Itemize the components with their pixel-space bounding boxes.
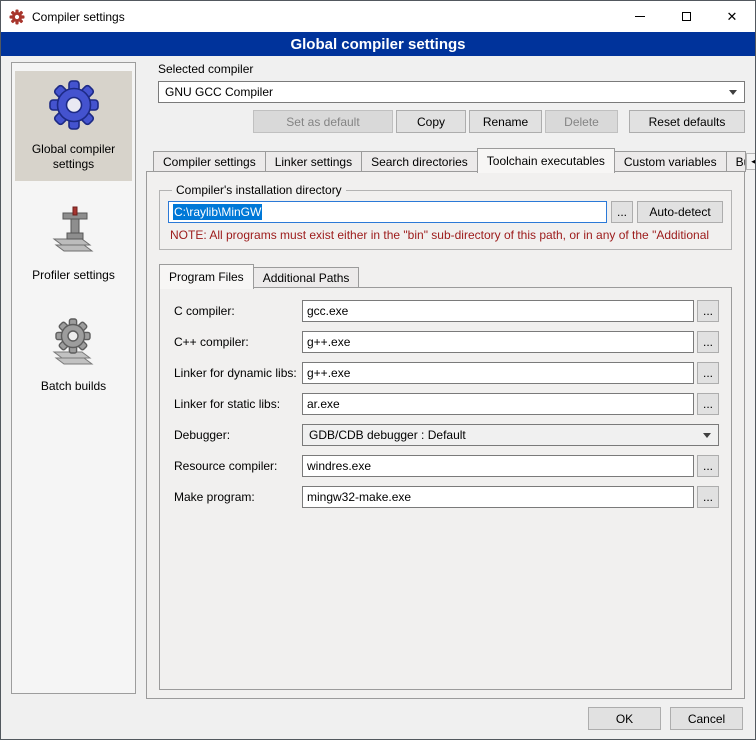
maximize-icon	[682, 12, 691, 21]
resource-compiler-input[interactable]: windres.exe	[302, 455, 694, 477]
make-program-input[interactable]: mingw32-make.exe	[302, 486, 694, 508]
installation-directory-row: C:\raylib\MinGW ... Auto-detect	[168, 201, 723, 223]
installation-directory-input[interactable]: C:\raylib\MinGW	[168, 201, 607, 223]
dynamic-linker-row: Linker for dynamic libs: g++.exe ...	[174, 362, 719, 384]
sidebar-item-label: Global compiler settings	[17, 142, 130, 172]
selected-compiler-value: GNU GCC Compiler	[165, 85, 273, 99]
profiler-tool-icon	[48, 205, 100, 257]
tab-scroll-left-button[interactable]: ◄	[746, 153, 756, 170]
settings-tabstrip: Compiler settings Linker settings Search…	[153, 147, 745, 172]
c-compiler-input[interactable]: gcc.exe	[302, 300, 694, 322]
close-icon: ✕	[727, 10, 738, 23]
program-files-tabstrip: Program Files Additional Paths	[159, 263, 736, 288]
resource-compiler-browse-button[interactable]: ...	[697, 455, 719, 477]
cpp-compiler-browse-button[interactable]: ...	[697, 331, 719, 353]
c-compiler-browse-button[interactable]: ...	[697, 300, 719, 322]
tab-compiler-settings[interactable]: Compiler settings	[153, 151, 266, 172]
tab-scrollers: ◄ ►	[746, 153, 756, 170]
dynamic-linker-input[interactable]: g++.exe	[302, 362, 694, 384]
static-linker-browse-button[interactable]: ...	[697, 393, 719, 415]
ok-button[interactable]: OK	[588, 707, 661, 730]
debugger-value: GDB/CDB debugger : Default	[309, 428, 466, 442]
compiler-actions: Set as default Copy Rename Delete Reset …	[158, 110, 745, 133]
program-files-panel: C compiler: gcc.exe ... C++ compiler: g+…	[159, 287, 732, 690]
static-linker-label: Linker for static libs:	[174, 397, 302, 411]
tab-custom-variables[interactable]: Custom variables	[614, 151, 727, 172]
bin-subdirectory-note: NOTE: All programs must exist either in …	[170, 228, 723, 242]
chevron-down-icon	[703, 433, 711, 438]
tab-linker-settings[interactable]: Linker settings	[265, 151, 362, 172]
close-button[interactable]: ✕	[709, 1, 755, 32]
section-header: Global compiler settings	[1, 32, 755, 56]
compiler-settings-dialog: Compiler settings ✕ Global compiler sett…	[0, 0, 756, 740]
sidebar-item-global-compiler-settings[interactable]: Global compiler settings	[15, 71, 132, 181]
gray-gears-icon	[48, 316, 100, 368]
dynamic-linker-browse-button[interactable]: ...	[697, 362, 719, 384]
sidebar-item-label: Profiler settings	[32, 268, 115, 283]
installation-directory-legend: Compiler's installation directory	[172, 183, 346, 197]
minimize-icon	[635, 16, 645, 17]
make-program-label: Make program:	[174, 490, 302, 504]
chevron-down-icon	[729, 90, 737, 95]
dialog-body: Global compiler settings Profiler settin	[1, 56, 755, 699]
installation-directory-group: Compiler's installation directory C:\ray…	[159, 183, 732, 250]
selected-compiler-label: Selected compiler	[158, 62, 745, 76]
debugger-row: Debugger: GDB/CDB debugger : Default	[174, 424, 719, 446]
copy-button[interactable]: Copy	[396, 110, 466, 133]
settings-sidebar: Global compiler settings Profiler settin	[11, 62, 136, 694]
minimize-button[interactable]	[617, 1, 663, 32]
sidebar-item-label: Batch builds	[41, 379, 106, 394]
arrow-left-icon: ◄	[750, 157, 756, 166]
reset-defaults-button[interactable]: Reset defaults	[629, 110, 745, 133]
installation-directory-selected-text: C:\raylib\MinGW	[173, 204, 262, 220]
static-linker-input[interactable]: ar.exe	[302, 393, 694, 415]
make-program-browse-button[interactable]: ...	[697, 486, 719, 508]
cpp-compiler-label: C++ compiler:	[174, 335, 302, 349]
maximize-button[interactable]	[663, 1, 709, 32]
rename-button[interactable]: Rename	[469, 110, 542, 133]
installation-directory-browse-button[interactable]: ...	[611, 201, 633, 223]
set-as-default-button: Set as default	[253, 110, 393, 133]
window-controls: ✕	[617, 1, 755, 32]
tab-search-directories[interactable]: Search directories	[361, 151, 478, 172]
titlebar: Compiler settings ✕	[1, 1, 755, 32]
subtab-program-files[interactable]: Program Files	[159, 264, 254, 289]
app-icon	[9, 9, 25, 25]
c-compiler-row: C compiler: gcc.exe ...	[174, 300, 719, 322]
debugger-label: Debugger:	[174, 428, 302, 442]
tab-build[interactable]: Build	[726, 151, 746, 172]
cancel-button[interactable]: Cancel	[670, 707, 743, 730]
make-program-row: Make program: mingw32-make.exe ...	[174, 486, 719, 508]
sidebar-item-profiler-settings[interactable]: Profiler settings	[15, 197, 132, 292]
cpp-compiler-input[interactable]: g++.exe	[302, 331, 694, 353]
subtab-additional-paths[interactable]: Additional Paths	[253, 267, 360, 288]
auto-detect-button[interactable]: Auto-detect	[637, 201, 723, 223]
blue-gear-icon	[48, 79, 100, 131]
debugger-dropdown[interactable]: GDB/CDB debugger : Default	[302, 424, 719, 446]
static-linker-row: Linker for static libs: ar.exe ...	[174, 393, 719, 415]
dynamic-linker-label: Linker for dynamic libs:	[174, 366, 302, 380]
selected-compiler-dropdown[interactable]: GNU GCC Compiler	[158, 81, 745, 103]
c-compiler-label: C compiler:	[174, 304, 302, 318]
dialog-footer: OK Cancel	[1, 699, 755, 739]
resource-compiler-row: Resource compiler: windres.exe ...	[174, 455, 719, 477]
tab-toolchain-executables[interactable]: Toolchain executables	[477, 148, 615, 173]
cpp-compiler-row: C++ compiler: g++.exe ...	[174, 331, 719, 353]
window-title: Compiler settings	[32, 10, 125, 24]
delete-button: Delete	[545, 110, 618, 133]
resource-compiler-label: Resource compiler:	[174, 459, 302, 473]
main-panel: Selected compiler GNU GCC Compiler Set a…	[146, 62, 745, 699]
sidebar-item-batch-builds[interactable]: Batch builds	[15, 308, 132, 403]
toolchain-executables-page: Compiler's installation directory C:\ray…	[146, 171, 745, 699]
